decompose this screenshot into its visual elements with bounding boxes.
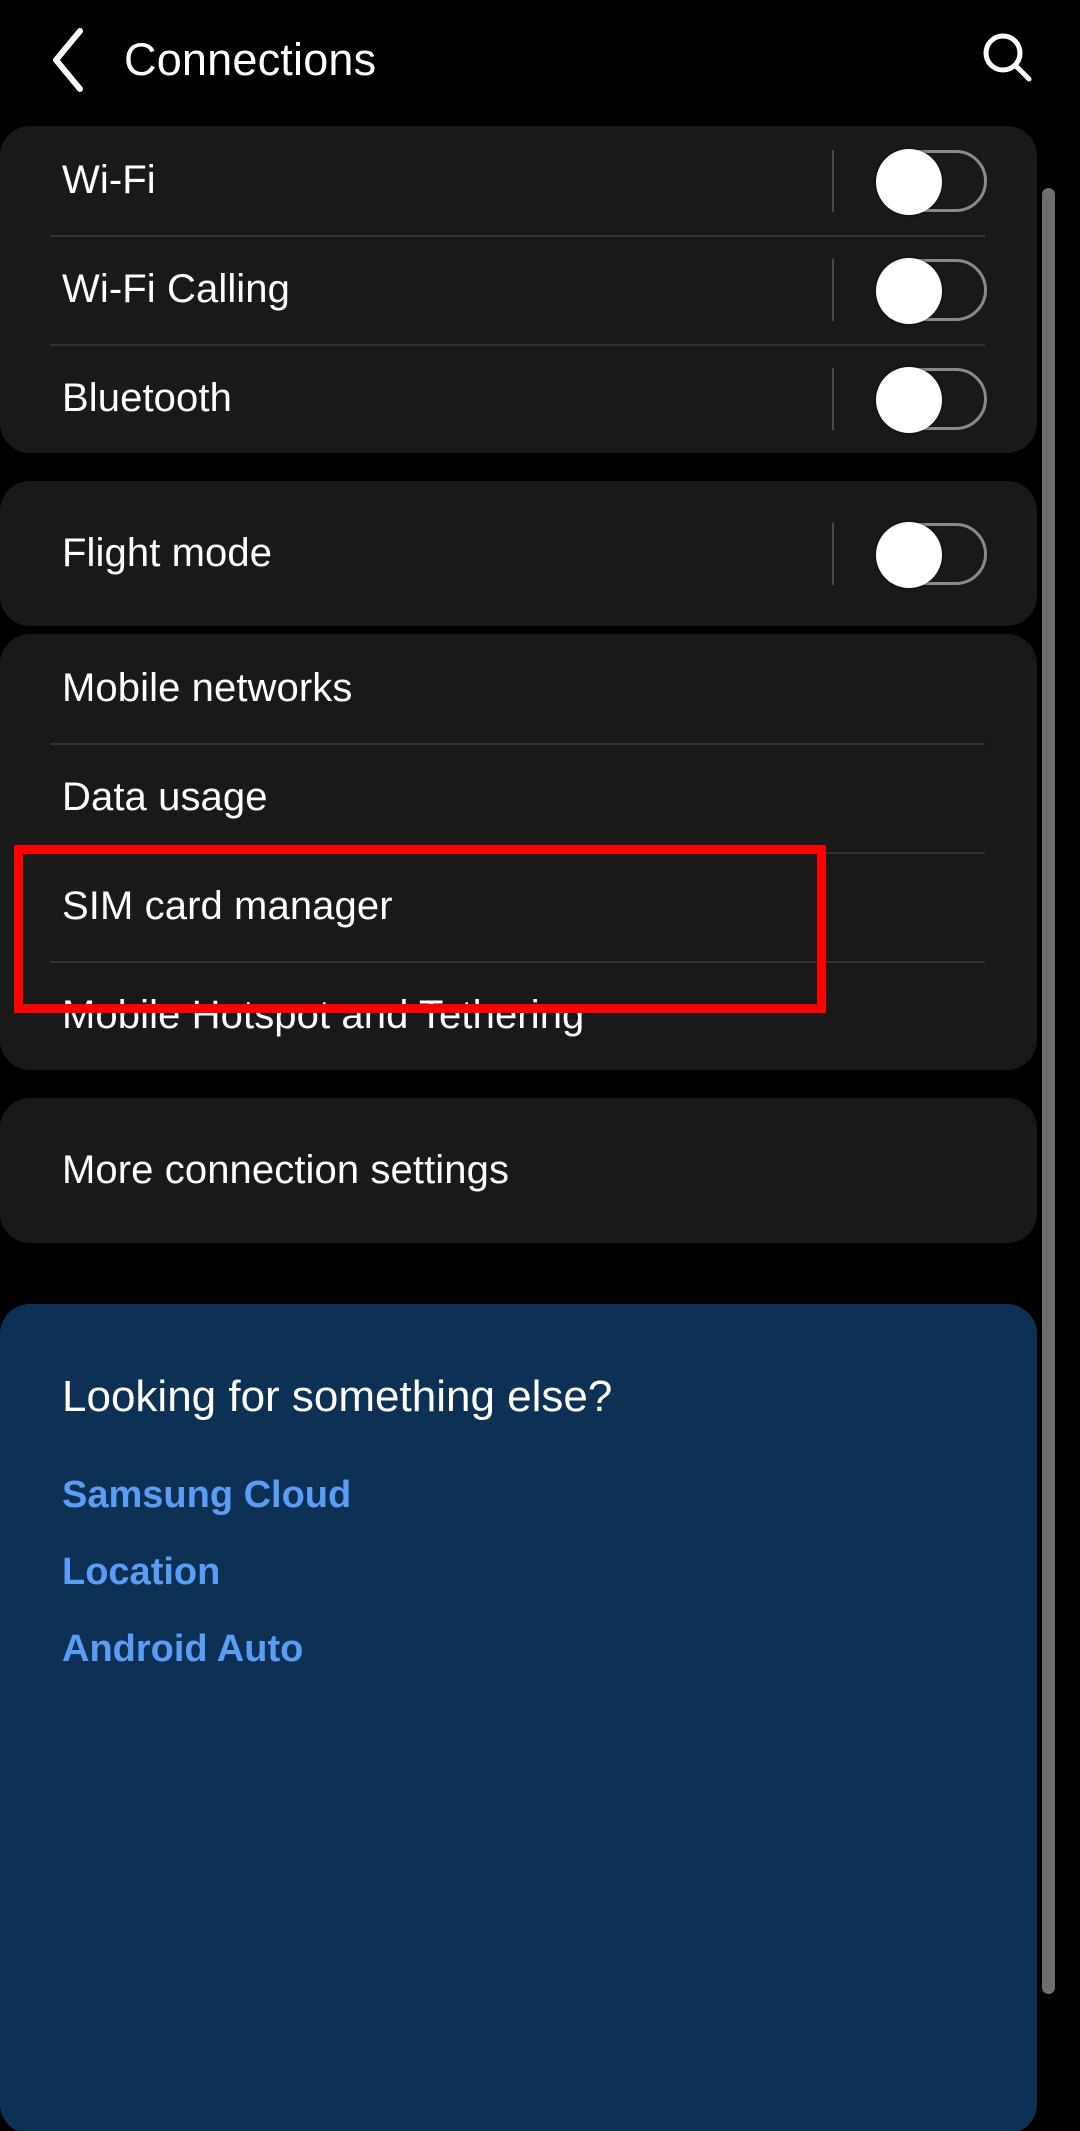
row-label-wi-fi: Wi-Fi [62,158,156,202]
toggle-wrap-wi-fi [832,148,987,215]
row-mobile-networks[interactable]: Mobile networks [0,634,1037,743]
toggle-separator [832,522,834,585]
row-flight-mode[interactable]: Flight mode [0,481,1037,626]
toggle-separator [832,258,834,321]
toggle-wrap-bluetooth [832,366,987,433]
search-icon [979,29,1037,92]
row-label-mobile-hotspot-and-tethering: Mobile Hotspot and Tethering [62,993,585,1037]
row-label-more-connection-settings: More connection settings [62,1148,510,1192]
row-bluetooth[interactable]: Bluetooth [0,344,1037,453]
row-label-flight-mode: Flight mode [62,531,273,575]
card-wireless: Wi-Fi Wi-Fi Calling Bluetooth [0,126,1037,453]
promo-link-location[interactable]: Location [0,1517,1037,1594]
card-promo: Looking for something else? Samsung Clou… [0,1304,1037,2131]
card-mobile: Mobile networks Data usage SIM card mana… [0,634,1037,1070]
promo-link-samsung-cloud[interactable]: Samsung Cloud [0,1422,1037,1517]
card-more-connection-settings: More connection settings [0,1098,1037,1243]
back-button[interactable] [22,12,118,108]
row-wi-fi-calling[interactable]: Wi-Fi Calling [0,235,1037,344]
row-more-connection-settings[interactable]: More connection settings [0,1098,1037,1243]
toggle-separator [832,367,834,430]
toggle-wrap-wi-fi-calling [832,257,987,324]
row-label-sim-card-manager: SIM card manager [62,884,393,928]
row-label-mobile-networks: Mobile networks [62,666,353,710]
row-wi-fi[interactable]: Wi-Fi [0,126,1037,235]
chevron-left-icon [48,25,92,95]
search-button[interactable] [958,10,1058,110]
toggle-knob [876,148,942,215]
toggle-flight-mode[interactable] [876,521,987,588]
toggle-knob [876,366,942,433]
row-data-usage[interactable]: Data usage [0,743,1037,852]
toggle-knob [876,521,942,588]
row-label-data-usage: Data usage [62,775,268,819]
phone-screen: Connections Wi-Fi Wi-Fi Calling Bluetoot… [0,0,1080,2131]
promo-title: Looking for something else? [62,1372,613,1421]
toggle-wi-fi-calling[interactable] [876,257,987,324]
toggle-wi-fi[interactable] [876,148,987,215]
card-flight-mode: Flight mode [0,481,1037,626]
row-mobile-hotspot-and-tethering[interactable]: Mobile Hotspot and Tethering [0,961,1037,1070]
promo-link-android-auto[interactable]: Android Auto [0,1594,1037,1671]
toggle-separator [832,149,834,212]
settings-list: Wi-Fi Wi-Fi Calling Bluetooth Flight mod… [0,120,1080,2131]
toggle-knob [876,257,942,324]
page-title: Connections [124,34,377,85]
row-label-bluetooth: Bluetooth [62,376,232,420]
row-label-wi-fi-calling: Wi-Fi Calling [62,267,290,311]
scrollbar-thumb[interactable] [1042,188,1055,1994]
row-sim-card-manager[interactable]: SIM card manager [0,852,1037,961]
app-header: Connections [0,0,1080,120]
toggle-wrap-flight-mode [832,521,987,588]
toggle-bluetooth[interactable] [876,366,987,433]
